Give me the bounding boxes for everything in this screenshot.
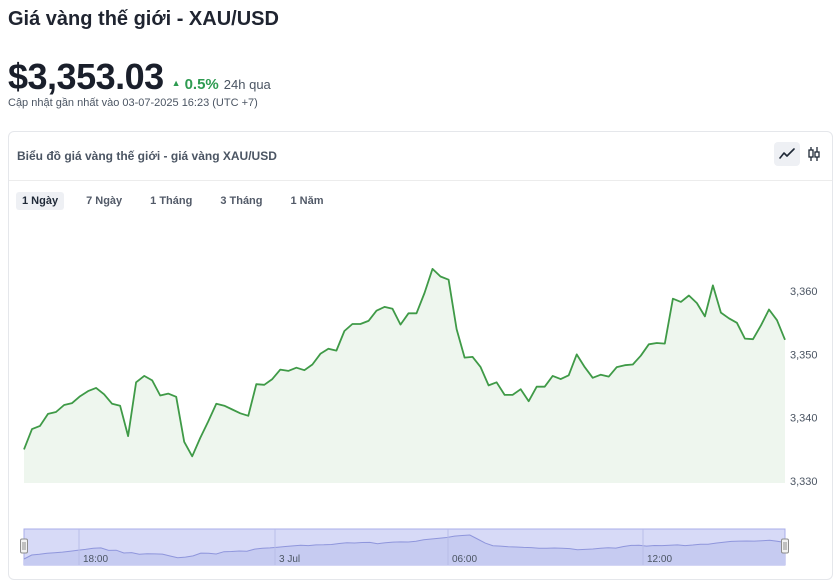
y-axis-tick-label: 3,360	[790, 286, 818, 298]
price-area	[24, 268, 785, 483]
y-axis-tick-label: 3,330	[790, 476, 818, 488]
price-chart: 3,330 3,340 3,350 3,360 18:00 3 Jul 06:00 12:00	[20, 268, 818, 566]
navigator-label: 06:00	[452, 554, 477, 565]
navigator-label: 3 Jul	[279, 554, 300, 565]
navigator-right-handle[interactable]	[781, 538, 789, 554]
navigator-label: 18:00	[83, 554, 108, 565]
navigator-label: 12:00	[647, 554, 672, 565]
y-axis-tick-label: 3,350	[790, 349, 818, 361]
navigator-left-handle[interactable]	[20, 538, 28, 554]
y-axis-tick-label: 3,340	[790, 413, 818, 425]
